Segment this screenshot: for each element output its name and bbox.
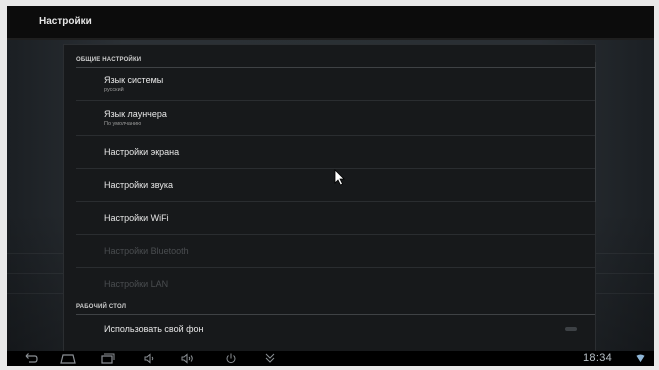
item-title: Язык системы — [104, 75, 164, 85]
item-divider — [76, 201, 595, 202]
item-divider — [76, 267, 595, 268]
list-item-wifi-settings[interactable]: Настройки WiFi — [104, 213, 169, 223]
back-icon[interactable] — [22, 351, 40, 366]
clock: 18:34 — [583, 352, 613, 364]
mouse-pointer-icon — [334, 169, 345, 186]
item-subtitle: русский — [104, 87, 124, 93]
item-title: Язык лаунчера — [104, 109, 167, 119]
menu-down-icon[interactable] — [261, 351, 279, 366]
custom-wallpaper-checkbox[interactable] — [565, 327, 577, 331]
section-header-general: ОБЩИЕ НАСТРОЙКИ — [76, 57, 142, 63]
home-icon[interactable] — [59, 351, 77, 366]
power-icon[interactable] — [222, 351, 240, 366]
settings-panel — [63, 44, 596, 353]
volume-up-icon[interactable] — [179, 351, 197, 366]
item-divider — [76, 100, 595, 101]
page-title: Настройки — [39, 16, 92, 27]
list-item-sound-settings[interactable]: Настройки звука — [104, 180, 173, 190]
list-item-custom-wallpaper[interactable]: Использовать свой фон — [104, 324, 204, 334]
section-divider — [76, 314, 595, 315]
navigation-bar: 18:34 — [7, 351, 654, 366]
section-header-desktop: РАБОЧИЙ СТОЛ — [76, 304, 127, 310]
volume-down-icon[interactable] — [141, 351, 159, 366]
recent-apps-icon[interactable] — [98, 351, 116, 366]
item-subtitle: По умолчанию — [104, 121, 142, 127]
android-screen: Настройки ОБЩИЕ НАСТРОЙКИ Язык системы р… — [7, 6, 654, 366]
scrollbar[interactable] — [595, 62, 596, 202]
item-divider — [76, 135, 595, 136]
section-divider — [76, 67, 595, 68]
list-item-bluetooth-settings: Настройки Bluetooth — [104, 246, 189, 256]
wifi-icon — [636, 354, 645, 363]
item-divider — [76, 234, 595, 235]
list-item-lan-settings: Настройки LAN — [104, 279, 169, 289]
action-bar: Настройки — [7, 6, 654, 40]
list-item-display-settings[interactable]: Настройки экрана — [104, 147, 179, 157]
